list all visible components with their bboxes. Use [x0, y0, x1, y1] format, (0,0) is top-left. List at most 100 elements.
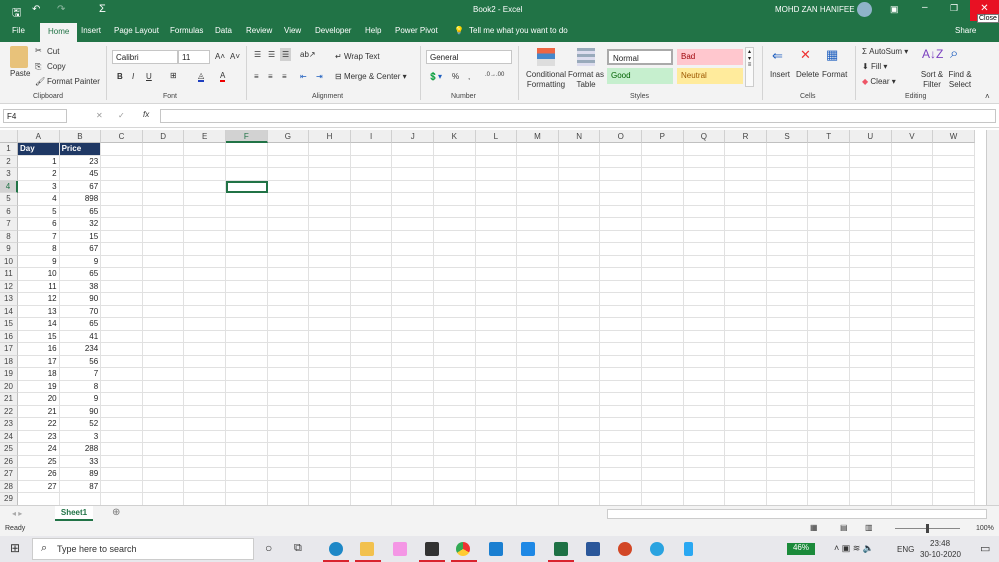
cell-B5[interactable]: 898 [59, 193, 102, 206]
cell-F10[interactable] [226, 255, 268, 268]
cell-K18[interactable] [434, 355, 476, 368]
minimize-button[interactable]: – [922, 2, 928, 13]
cell-W8[interactable] [933, 230, 975, 243]
cell-R22[interactable] [725, 405, 767, 418]
cell-O18[interactable] [600, 355, 642, 368]
cell-N22[interactable] [558, 405, 601, 418]
cell-R20[interactable] [725, 380, 767, 393]
cell-G26[interactable] [267, 455, 310, 468]
cell-J20[interactable] [392, 380, 434, 393]
cell-D14[interactable] [142, 305, 185, 318]
row-header-29[interactable]: 29 [0, 493, 18, 505]
row-header-3[interactable]: 3 [0, 168, 18, 181]
vertical-scrollbar[interactable] [986, 130, 999, 505]
cell-N25[interactable] [558, 443, 601, 456]
cell-K29[interactable] [434, 493, 476, 505]
cell-A26[interactable]: 25 [18, 455, 60, 468]
cell-M29[interactable] [517, 493, 559, 505]
cell-S6[interactable] [766, 205, 809, 218]
cell-Q28[interactable] [683, 480, 726, 493]
style-bad[interactable]: Bad [677, 49, 743, 65]
cell-R6[interactable] [725, 205, 767, 218]
cell-T10[interactable] [808, 255, 850, 268]
cell-K25[interactable] [434, 443, 476, 456]
cell-W25[interactable] [933, 443, 975, 456]
cell-C16[interactable] [101, 330, 143, 343]
cell-T18[interactable] [808, 355, 850, 368]
cell-N23[interactable] [558, 418, 601, 431]
style-neutral[interactable]: Neutral [677, 68, 743, 84]
style-normal[interactable]: Normal [607, 49, 673, 65]
cell-S4[interactable] [766, 180, 809, 193]
cell-R26[interactable] [725, 455, 767, 468]
cell-N24[interactable] [558, 430, 601, 443]
tab-data[interactable]: Data [215, 26, 232, 35]
cell-M8[interactable] [517, 230, 559, 243]
cell-E12[interactable] [184, 280, 226, 293]
column-header-U[interactable]: U [850, 130, 892, 143]
cell-D13[interactable] [142, 293, 185, 306]
cell-J4[interactable] [392, 180, 434, 193]
cell-T22[interactable] [808, 405, 850, 418]
cell-L21[interactable] [475, 393, 518, 406]
cell-O3[interactable] [600, 168, 642, 181]
cell-D3[interactable] [142, 168, 185, 181]
cut-button[interactable]: Cut [47, 47, 59, 56]
cell-Q23[interactable] [683, 418, 726, 431]
cell-E25[interactable] [184, 443, 226, 456]
cell-I8[interactable] [350, 230, 393, 243]
row-header-10[interactable]: 10 [0, 255, 18, 268]
cell-P19[interactable] [642, 368, 684, 381]
cell-C19[interactable] [101, 368, 143, 381]
row-header-11[interactable]: 11 [0, 268, 18, 281]
cell-B8[interactable]: 15 [59, 230, 102, 243]
cell-V25[interactable] [891, 443, 934, 456]
cell-H17[interactable] [309, 343, 351, 356]
cell-V3[interactable] [891, 168, 934, 181]
cell-K5[interactable] [434, 193, 476, 206]
row-header-26[interactable]: 26 [0, 455, 18, 468]
cell-L7[interactable] [475, 218, 518, 231]
cell-S5[interactable] [766, 193, 809, 206]
cell-H22[interactable] [309, 405, 351, 418]
cell-I25[interactable] [350, 443, 393, 456]
cell-C15[interactable] [101, 318, 143, 331]
cell-E3[interactable] [184, 168, 226, 181]
cell-S8[interactable] [766, 230, 809, 243]
cell-T25[interactable] [808, 443, 850, 456]
format-painter-button[interactable]: Format Painter [47, 77, 100, 86]
cell-K24[interactable] [434, 430, 476, 443]
cell-N16[interactable] [558, 330, 601, 343]
cell-Q21[interactable] [683, 393, 726, 406]
row-header-14[interactable]: 14 [0, 305, 18, 318]
cell-I27[interactable] [350, 468, 393, 481]
cell-R7[interactable] [725, 218, 767, 231]
clock-date[interactable]: 30-10-2020 [920, 550, 961, 559]
cell-T14[interactable] [808, 305, 850, 318]
cell-Q6[interactable] [683, 205, 726, 218]
cell-M27[interactable] [517, 468, 559, 481]
cell-A16[interactable]: 15 [18, 330, 60, 343]
cell-H9[interactable] [309, 243, 351, 256]
cell-M22[interactable] [517, 405, 559, 418]
cell-F17[interactable] [226, 343, 268, 356]
cell-S14[interactable] [766, 305, 809, 318]
cell-I13[interactable] [350, 293, 393, 306]
cell-G6[interactable] [267, 205, 310, 218]
cell-T15[interactable] [808, 318, 850, 331]
underline-button[interactable]: U [146, 72, 152, 81]
cell-W9[interactable] [933, 243, 975, 256]
cell-T21[interactable] [808, 393, 850, 406]
ribbon-display-icon[interactable]: ▣ [890, 4, 899, 15]
cell-I26[interactable] [350, 455, 393, 468]
cell-I7[interactable] [350, 218, 393, 231]
cell-T12[interactable] [808, 280, 850, 293]
cell-L28[interactable] [475, 480, 518, 493]
cell-F14[interactable] [226, 305, 268, 318]
cell-S13[interactable] [766, 293, 809, 306]
cell-S26[interactable] [766, 455, 809, 468]
cell-R23[interactable] [725, 418, 767, 431]
bottom-align-icon[interactable]: ☰ [280, 48, 292, 61]
cell-T27[interactable] [808, 468, 850, 481]
cell-D24[interactable] [142, 430, 185, 443]
